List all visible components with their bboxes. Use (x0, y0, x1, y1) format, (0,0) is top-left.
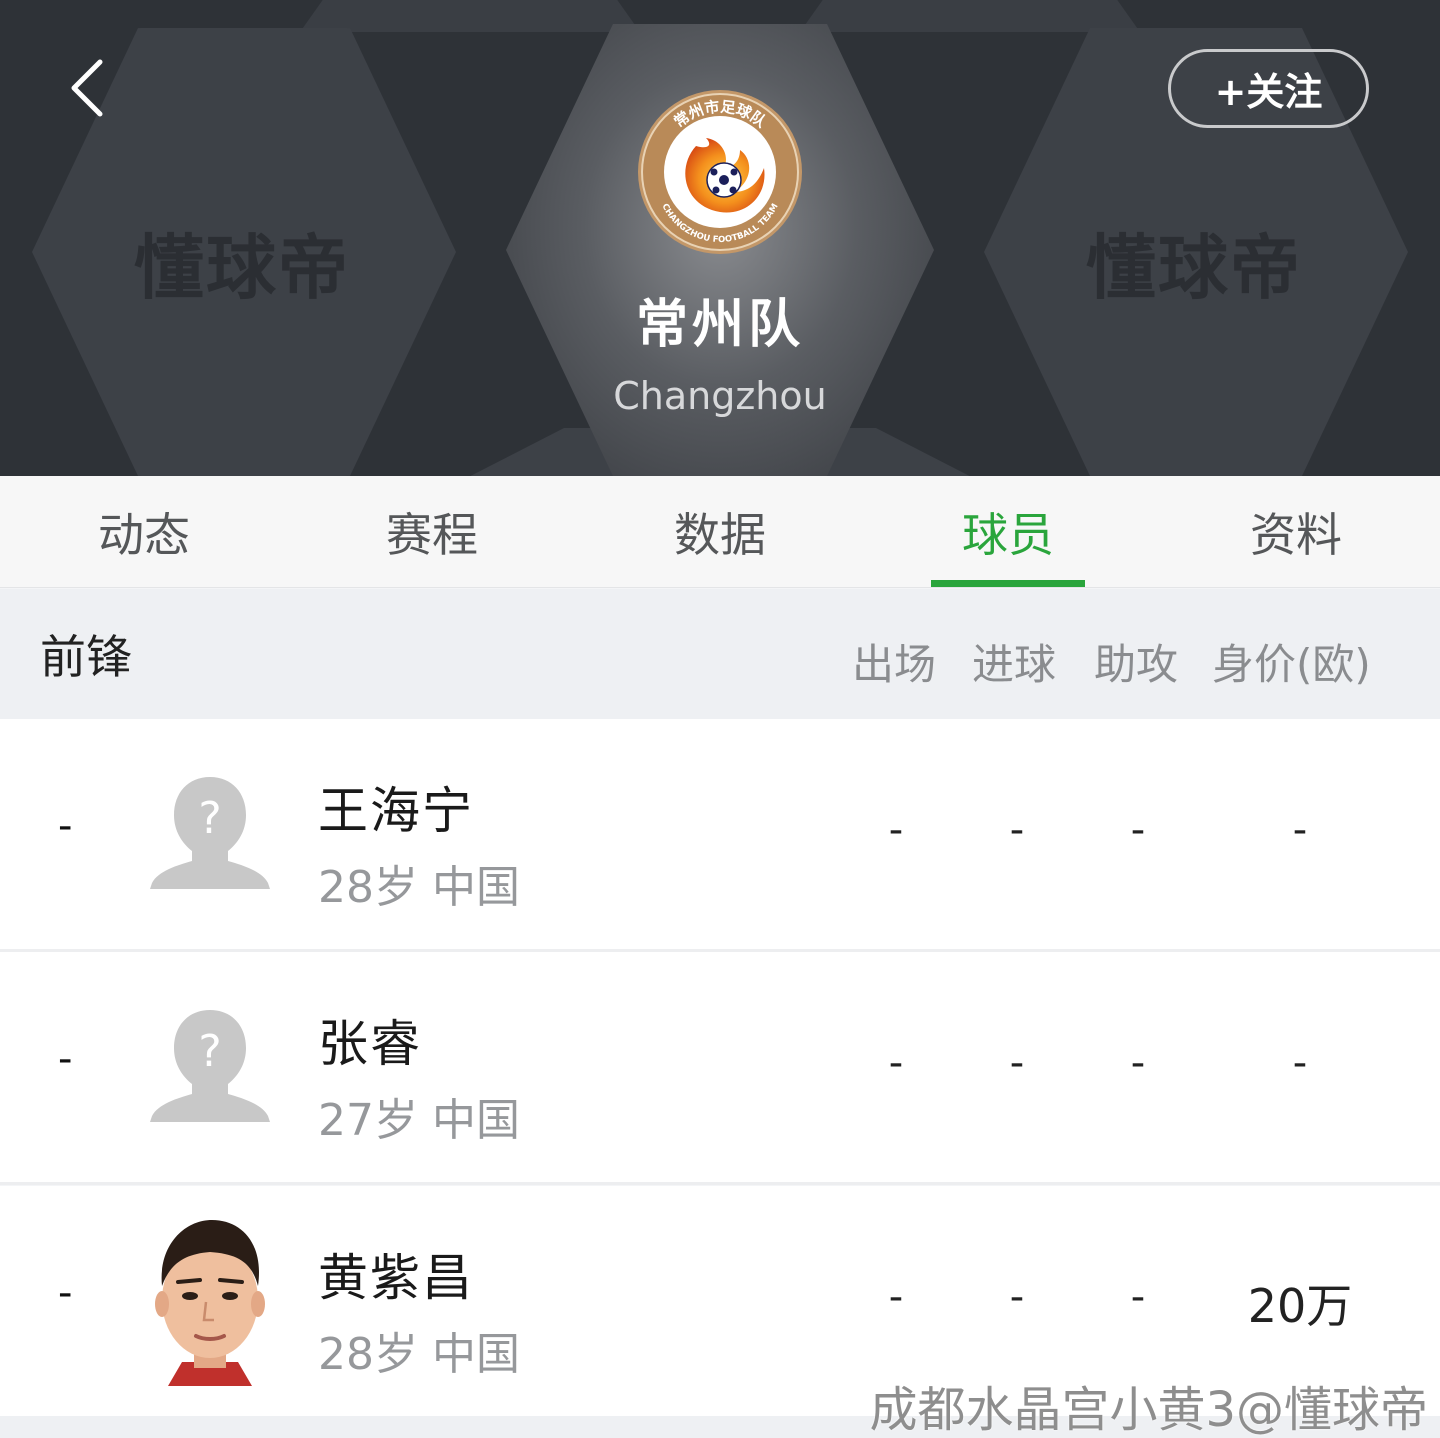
back-button[interactable] (56, 52, 120, 124)
chevron-left-icon (71, 59, 103, 117)
stat-assists: - (1130, 1274, 1146, 1320)
row-divider (0, 1182, 1440, 1185)
player-number: - (58, 803, 73, 849)
background-hexagon (300, 0, 640, 32)
tab-bar: 动态 赛程 数据 球员 资料 (0, 476, 1440, 588)
player-age-nationality: 27岁 中国 (318, 1095, 520, 1146)
column-header-assists: 助攻 (1094, 640, 1179, 689)
stat-goals: - (1009, 1040, 1025, 1086)
source-watermark: 成都水晶宫小黄3@懂球帝 (869, 1382, 1428, 1438)
column-header-market-value: 身价(欧) (1212, 640, 1371, 689)
stat-market-value: - (1292, 807, 1308, 853)
stat-appearances: - (888, 1274, 904, 1320)
brand-watermark: 懂球帝 (1086, 227, 1302, 309)
svg-text:?: ? (198, 1026, 221, 1077)
follow-button[interactable]: +关注 (1168, 49, 1369, 128)
position-group-title: 前锋 (40, 630, 132, 684)
background-hexagon (800, 0, 1140, 32)
player-age-nationality: 28岁 中国 (318, 1329, 520, 1380)
tab-players[interactable]: 球员 (864, 476, 1152, 587)
position-group-header: 前锋 出场 进球 助攻 身价(欧) (0, 589, 1440, 719)
player-number: - (58, 1270, 73, 1316)
tab-schedule[interactable]: 赛程 (288, 476, 576, 587)
player-row[interactable]: - ? 张睿 27岁 中国 - - - - (0, 952, 1440, 1182)
stat-appearances: - (888, 807, 904, 853)
stat-assists: - (1130, 1040, 1146, 1086)
player-photo (148, 1216, 272, 1386)
player-name: 张睿 (318, 1015, 422, 1073)
stat-goals: - (1009, 1274, 1025, 1320)
tab-news[interactable]: 动态 (0, 476, 288, 587)
svg-text:?: ? (198, 793, 221, 844)
team-name: 常州队 (635, 295, 804, 355)
stat-assists: - (1130, 807, 1146, 853)
stat-market-value: 20万 (1247, 1279, 1353, 1333)
player-row[interactable]: - ? 王海宁 28岁 中国 - - - - (0, 719, 1440, 949)
stat-appearances: - (888, 1040, 904, 1086)
team-badge-logo: 常州市足球队 CHANGZHOU FOOTBALL TEAM (638, 90, 802, 254)
team-name-english: Changzhou (613, 374, 827, 418)
tab-stats[interactable]: 数据 (576, 476, 864, 587)
placeholder-avatar-icon: ? (150, 1010, 270, 1122)
team-header: 懂球帝 懂球帝 +关注 常州市足球队 CHANGZHOU FOOTBALL TE… (0, 0, 1440, 476)
column-header-appearances: 出场 (852, 640, 937, 689)
player-name: 黄紫昌 (318, 1249, 474, 1307)
player-age-nationality: 28岁 中国 (318, 862, 520, 913)
column-header-goals: 进球 (972, 640, 1057, 689)
placeholder-avatar-icon: ? (150, 777, 270, 889)
stat-goals: - (1009, 807, 1025, 853)
player-name: 王海宁 (318, 782, 474, 840)
stat-market-value: - (1292, 1040, 1308, 1086)
player-number: - (58, 1036, 73, 1082)
brand-watermark: 懂球帝 (134, 227, 350, 309)
tab-info[interactable]: 资料 (1152, 476, 1440, 587)
